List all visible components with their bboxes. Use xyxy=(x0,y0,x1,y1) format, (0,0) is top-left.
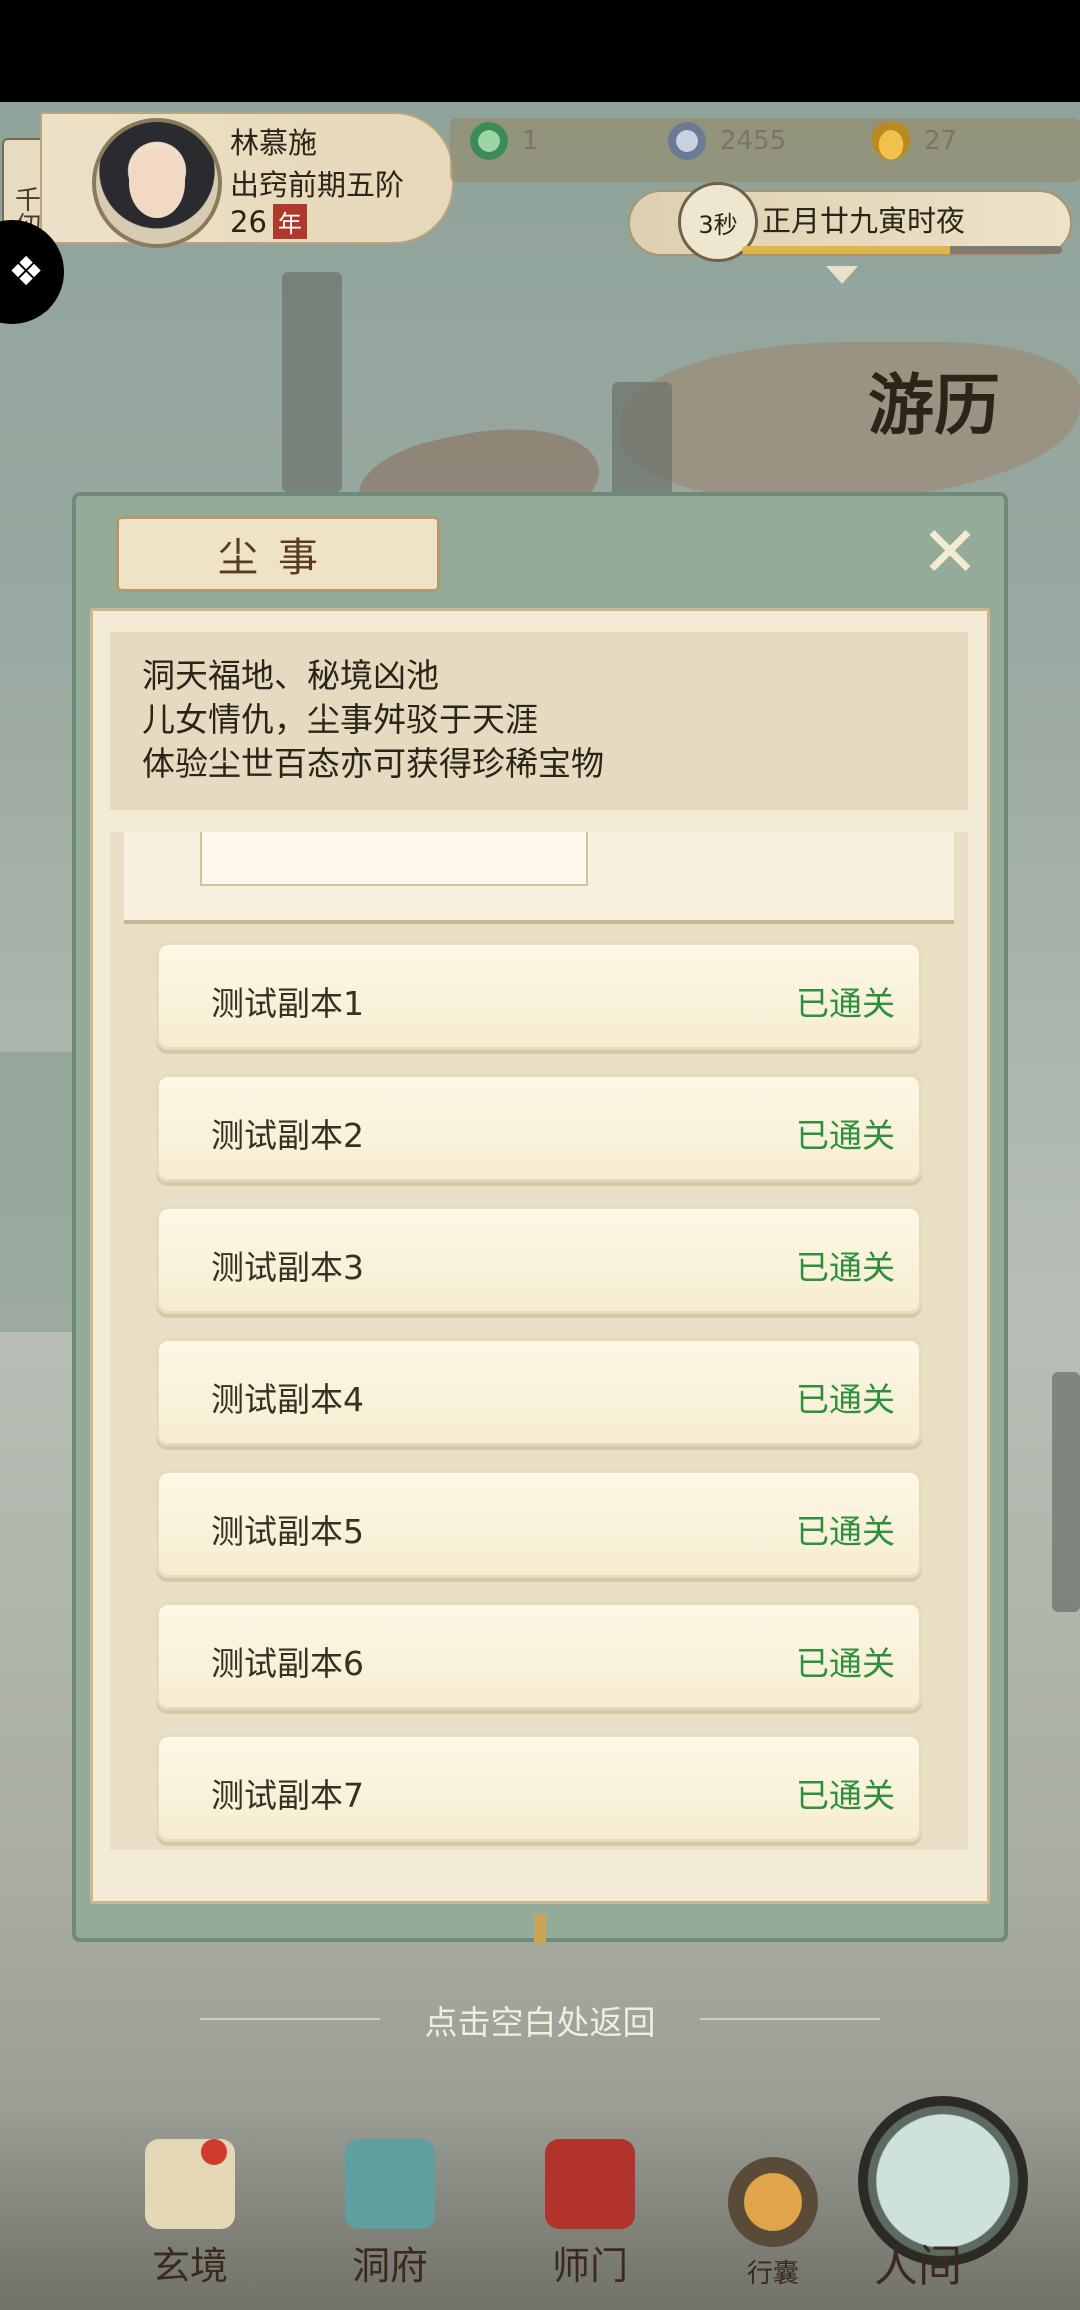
dungeon-row[interactable]: 测试副本2 已通关 xyxy=(156,1074,922,1182)
profile-card[interactable]: 林慕施 出窍前期五阶 26 年 xyxy=(40,112,454,248)
jade-icon xyxy=(470,122,508,160)
dungeon-status: 已通关 xyxy=(796,1512,895,1551)
resource-value: 2455 xyxy=(720,126,787,156)
dungeon-name: 测试副本6 xyxy=(211,1644,364,1683)
travel-button[interactable]: 游历 xyxy=(868,352,1038,482)
time-progress xyxy=(742,246,1062,254)
dungeon-name: 测试副本3 xyxy=(211,1248,364,1287)
dungeon-name: 测试副本7 xyxy=(211,1776,364,1815)
dungeon-row[interactable]: 测试副本5 已通关 xyxy=(156,1470,922,1578)
dungeon-row[interactable]: 测试副本7 已通关 xyxy=(156,1734,922,1842)
chevron-down-icon[interactable] xyxy=(826,266,858,284)
dungeon-status: 已通关 xyxy=(796,1644,895,1683)
nav-label: 洞府 xyxy=(351,2244,428,2288)
dialog-title: 尘事 xyxy=(116,516,440,592)
nav-xuanjing[interactable]: 玄境 xyxy=(130,2139,250,2290)
notification-dot xyxy=(201,2139,227,2165)
back-hint[interactable]: 点击空白处返回 xyxy=(0,1996,1080,2044)
player-age: 26 年 xyxy=(230,204,307,239)
resource-value: 27 xyxy=(924,126,958,156)
resource-value: 1 xyxy=(522,126,539,156)
nav-shimen[interactable]: 师门 xyxy=(530,2139,650,2290)
status-bar xyxy=(0,0,1080,102)
dungeon-status: 已通关 xyxy=(796,1380,895,1419)
dungeon-name: 测试副本2 xyxy=(211,1116,364,1155)
dungeon-row[interactable]: 测试副本1 已通关 xyxy=(156,942,922,1050)
scroll-icon xyxy=(145,2139,235,2229)
nav-dongfu[interactable]: 洞府 xyxy=(330,2139,450,2290)
nav-label: 行囊 xyxy=(746,2259,799,2289)
map-banner xyxy=(1052,1372,1080,1612)
bag-icon xyxy=(728,2157,818,2247)
nav-xingnang[interactable]: 行囊 xyxy=(718,2157,828,2290)
dungeon-name: 测试副本1 xyxy=(211,984,364,1023)
dungeon-row[interactable]: 测试副本4 已通关 xyxy=(156,1338,922,1446)
age-unit-badge: 年 xyxy=(272,204,307,239)
intro-text: 洞天福地、秘境凶池 儿女情仇，尘事舛驳于天涯 体验尘世百态亦可获得珍稀宝物 xyxy=(110,632,968,810)
intro-line: 儿女情仇，尘事舛驳于天涯 xyxy=(142,700,538,739)
player-age-value: 26 xyxy=(230,205,267,239)
dungeon-row[interactable]: 测试副本3 已通关 xyxy=(156,1206,922,1314)
resource-coin[interactable]: 2455 xyxy=(668,122,786,160)
nav-label: 玄境 xyxy=(151,2244,228,2288)
top-hud: 千仞居 林慕施 出窍前期五阶 26年 1 2455 27 3秒 正月廿九寅时夜 xyxy=(0,108,1080,312)
dungeon-list[interactable]: 测试副本1 已通关 测试副本2 已通关 测试副本3 已通关 测试副本4 已通关 … xyxy=(110,832,968,1850)
intro-line: 洞天福地、秘境凶池 xyxy=(142,656,439,695)
avatar[interactable] xyxy=(92,118,222,248)
renjian-label: 人间 xyxy=(874,2241,962,2292)
resource-ingot[interactable]: 27 xyxy=(872,122,957,160)
player-name: 林慕施 xyxy=(230,126,318,160)
dungeon-status: 已通关 xyxy=(796,1776,895,1815)
banner-icon xyxy=(545,2139,635,2229)
coin-icon xyxy=(668,122,706,160)
intro-line: 体验尘世百态亦可获得珍稀宝物 xyxy=(142,744,604,783)
player-rank: 出窍前期五阶 xyxy=(230,168,405,202)
dungeon-status: 已通关 xyxy=(796,1116,895,1155)
date-text: 正月廿九寅时夜 xyxy=(762,204,966,238)
avatar-face xyxy=(129,148,185,218)
pavilion-icon xyxy=(345,2139,435,2229)
resource-jade[interactable]: 1 xyxy=(470,122,539,160)
list-header-tab xyxy=(200,832,588,886)
dungeon-name: 测试副本5 xyxy=(211,1512,364,1551)
dungeon-name: 测试副本4 xyxy=(211,1380,364,1419)
map-banner xyxy=(282,272,342,492)
dungeon-status: 已通关 xyxy=(796,1248,895,1287)
close-icon[interactable]: ✕ xyxy=(916,517,984,587)
list-header-card xyxy=(124,832,954,924)
time-progress-fill xyxy=(742,246,950,254)
dungeon-row[interactable]: 测试副本6 已通关 xyxy=(156,1602,922,1710)
puzzle-icon: ❖ xyxy=(8,249,44,295)
ingot-icon xyxy=(872,122,910,160)
dungeon-status: 已通关 xyxy=(796,984,895,1023)
nav-label: 师门 xyxy=(551,2244,628,2288)
dialog-pull-tab xyxy=(534,1914,546,1944)
